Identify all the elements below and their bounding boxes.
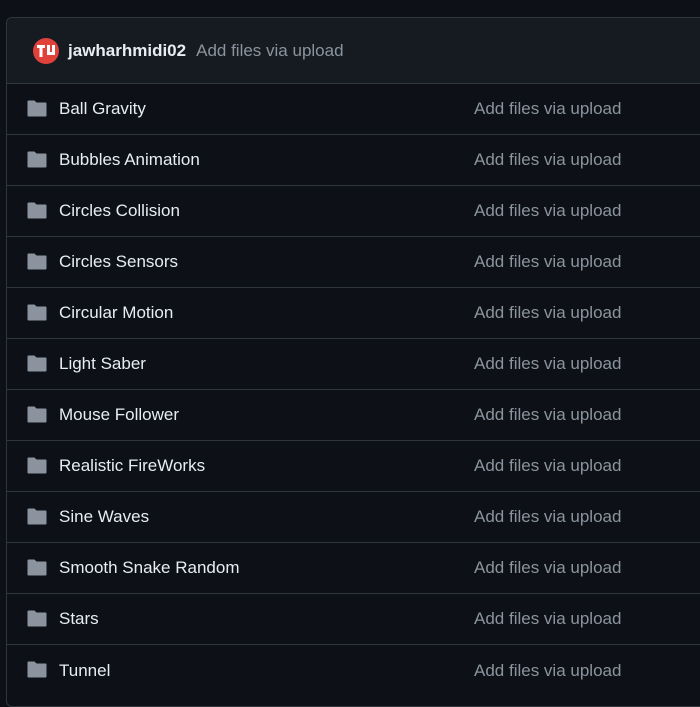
commit-message-link[interactable]: Add files via upload: [196, 41, 343, 61]
folder-name-link[interactable]: Circular Motion: [59, 303, 173, 323]
folder-icon: [27, 610, 47, 627]
file-row[interactable]: Realistic FireWorks Add files via upload: [7, 441, 700, 492]
latest-commit-header: jawharhmidi02 Add files via upload: [7, 18, 700, 84]
file-row[interactable]: Ball Gravity Add files via upload: [7, 84, 700, 135]
folder-name-link[interactable]: Tunnel: [59, 661, 110, 681]
folder-icon: [27, 253, 47, 270]
commit-message-link[interactable]: Add files via upload: [474, 303, 621, 323]
file-browser: jawharhmidi02 Add files via upload Ball …: [6, 17, 700, 707]
folder-name-link[interactable]: Circles Collision: [59, 201, 180, 221]
commit-message-link[interactable]: Add files via upload: [474, 354, 621, 374]
folder-icon: [27, 304, 47, 321]
commit-author-link[interactable]: jawharhmidi02: [68, 41, 186, 61]
folder-icon: [27, 151, 47, 168]
folder-name-link[interactable]: Bubbles Animation: [59, 150, 200, 170]
file-row[interactable]: Sine Waves Add files via upload: [7, 492, 700, 543]
file-row[interactable]: Tunnel Add files via upload: [7, 645, 700, 696]
folder-name-link[interactable]: Circles Sensors: [59, 252, 178, 272]
avatar-logo-icon: [37, 44, 55, 57]
commit-message-link[interactable]: Add files via upload: [474, 99, 621, 119]
commit-message-link[interactable]: Add files via upload: [474, 609, 621, 629]
file-row[interactable]: Light Saber Add files via upload: [7, 339, 700, 390]
file-row[interactable]: Circles Sensors Add files via upload: [7, 237, 700, 288]
commit-message-link[interactable]: Add files via upload: [474, 405, 621, 425]
folder-icon: [27, 202, 47, 219]
commit-message-link[interactable]: Add files via upload: [474, 507, 621, 527]
folder-icon: [27, 355, 47, 372]
folder-icon: [27, 100, 47, 117]
commit-message-link[interactable]: Add files via upload: [474, 252, 621, 272]
file-row[interactable]: Bubbles Animation Add files via upload: [7, 135, 700, 186]
folder-icon: [27, 457, 47, 474]
commit-message-link[interactable]: Add files via upload: [474, 558, 621, 578]
folder-name-link[interactable]: Ball Gravity: [59, 99, 146, 119]
folder-name-link[interactable]: Sine Waves: [59, 507, 149, 527]
folder-icon: [27, 508, 47, 525]
folder-icon: [27, 406, 47, 423]
file-row[interactable]: Stars Add files via upload: [7, 594, 700, 645]
file-row[interactable]: Circles Collision Add files via upload: [7, 186, 700, 237]
folder-name-link[interactable]: Realistic FireWorks: [59, 456, 205, 476]
avatar[interactable]: [33, 37, 59, 64]
folder-icon: [27, 661, 47, 678]
commit-message-link[interactable]: Add files via upload: [474, 661, 621, 681]
file-row[interactable]: Circular Motion Add files via upload: [7, 288, 700, 339]
folder-name-link[interactable]: Light Saber: [59, 354, 146, 374]
folder-name-link[interactable]: Mouse Follower: [59, 405, 179, 425]
file-row[interactable]: Mouse Follower Add files via upload: [7, 390, 700, 441]
file-list: Ball Gravity Add files via upload Bubbles …: [7, 84, 700, 696]
commit-message-link[interactable]: Add files via upload: [474, 150, 621, 170]
commit-message-link[interactable]: Add files via upload: [474, 456, 621, 476]
folder-name-link[interactable]: Smooth Snake Random: [59, 558, 240, 578]
file-row[interactable]: Smooth Snake Random Add files via upload: [7, 543, 700, 594]
commit-message-link[interactable]: Add files via upload: [474, 201, 621, 221]
folder-icon: [27, 559, 47, 576]
folder-name-link[interactable]: Stars: [59, 609, 99, 629]
